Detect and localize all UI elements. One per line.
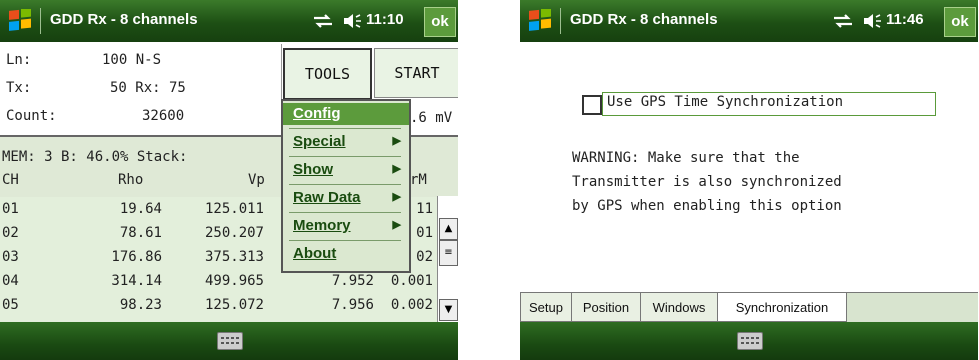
- menu-separator: [289, 184, 401, 185]
- warning-line: Transmitter is also synchronized: [572, 174, 842, 190]
- table-scrollbar[interactable]: ▲ ≡ ▼: [437, 196, 458, 322]
- window-title: GDD Rx - 8 channels: [570, 11, 718, 28]
- menu-item-label: About: [293, 245, 337, 262]
- ok-button[interactable]: ok: [944, 7, 976, 37]
- cell-tail: 7.952 0.001: [331, 273, 433, 289]
- count-label: Count:: [6, 108, 57, 124]
- soft-key-bar: [0, 322, 458, 360]
- windows-start-icon[interactable]: [528, 9, 552, 33]
- menu-item-label: Special: [293, 133, 346, 150]
- menu-item-raw-data[interactable]: Raw Data ▶: [283, 187, 409, 209]
- survey-info-panel: Ln: 100 N-S Tx: 50 Rx: 75 Count: 32600: [0, 44, 282, 132]
- submenu-arrow-icon: ▶: [392, 191, 401, 203]
- tx-row: Tx: 50 Rx: 75: [6, 80, 186, 96]
- settings-tab-strip: Setup Position Windows Synchronization: [520, 292, 978, 323]
- scroll-up-button[interactable]: ▲: [439, 218, 458, 240]
- keyboard-icon[interactable]: [737, 332, 763, 350]
- tab-synchronization[interactable]: Synchronization: [717, 293, 847, 322]
- title-bar: GDD Rx - 8 channels 11:46 ok: [520, 0, 978, 42]
- title-separator: [40, 8, 41, 34]
- tools-menu: Config Special ▶ Show ▶ Raw Data ▶ Memor…: [281, 99, 411, 273]
- submenu-arrow-icon: ▶: [392, 135, 401, 147]
- count-value: 32600: [142, 108, 185, 124]
- gps-sync-label[interactable]: Use GPS Time Synchronization: [602, 92, 936, 116]
- cell-rho: 78.61: [119, 225, 162, 241]
- voltage-readout: .6 mV: [410, 110, 453, 126]
- cell-rho: 98.23: [119, 297, 162, 313]
- menu-item-label: Show: [293, 161, 333, 178]
- start-button[interactable]: START: [374, 48, 458, 98]
- keyboard-icon[interactable]: [217, 332, 243, 350]
- warning-line: by GPS when enabling this option: [572, 198, 842, 214]
- cell-ch: 01: [2, 201, 19, 217]
- submenu-arrow-icon: ▶: [392, 163, 401, 175]
- col-header-ch: CH: [2, 172, 19, 188]
- soft-key-bar: [520, 322, 978, 360]
- speaker-icon[interactable]: [862, 12, 882, 30]
- clock[interactable]: 11:10: [366, 11, 404, 28]
- ok-button[interactable]: ok: [424, 7, 456, 37]
- menu-item-label: Config: [293, 105, 341, 122]
- title-bar: GDD Rx - 8 channels 11:10 ok: [0, 0, 458, 42]
- cell-tail: 7.956 0.002: [331, 297, 433, 313]
- cell-vp: 125.072: [204, 297, 264, 313]
- col-header-rm: rM: [410, 172, 427, 188]
- count-row: Count: 32600: [6, 108, 184, 124]
- col-header-vp: Vp: [248, 172, 265, 188]
- receiver-main-screen: GDD Rx - 8 channels 11:10 ok Ln: 100 N-S…: [0, 0, 458, 360]
- tools-button[interactable]: TOOLS: [283, 48, 372, 100]
- col-header-rho: Rho: [118, 172, 144, 188]
- cell-ch: 03: [2, 249, 19, 265]
- table-row[interactable]: 05 98.23 125.072 7.956 0.002: [0, 297, 435, 319]
- menu-item-show[interactable]: Show ▶: [283, 159, 409, 181]
- connectivity-icon[interactable]: [832, 13, 854, 29]
- cell-rho: 176.86: [111, 249, 162, 265]
- menu-item-memory[interactable]: Memory ▶: [283, 215, 409, 237]
- cell-vp: 250.207: [204, 225, 264, 241]
- menu-separator: [289, 128, 401, 129]
- submenu-arrow-icon: ▶: [392, 219, 401, 231]
- tab-windows[interactable]: Windows: [640, 293, 718, 322]
- synchronization-settings-screen: GDD Rx - 8 channels 11:46 ok Use GPS Tim…: [520, 0, 978, 360]
- tx-rx-value: 50 Rx: 75: [110, 80, 186, 96]
- warning-line: WARNING: Make sure that the: [572, 150, 800, 166]
- cell-ch: 05: [2, 297, 19, 313]
- cell-ch: 04: [2, 273, 19, 289]
- line-row: Ln: 100 N-S: [6, 52, 161, 68]
- line-label: Ln:: [6, 52, 32, 68]
- menu-item-config[interactable]: Config: [283, 103, 409, 125]
- cell-rho: 314.14: [111, 273, 162, 289]
- menu-item-label: Raw Data: [293, 189, 361, 206]
- menu-item-special[interactable]: Special ▶: [283, 131, 409, 153]
- cell-vp: 375.313: [204, 249, 264, 265]
- windows-start-icon[interactable]: [8, 9, 32, 33]
- gps-sync-checkbox[interactable]: [582, 95, 602, 115]
- cell-ch: 02: [2, 225, 19, 241]
- menu-separator: [289, 212, 401, 213]
- menu-item-about[interactable]: About: [283, 243, 409, 265]
- window-title: GDD Rx - 8 channels: [50, 11, 198, 28]
- cell-rho: 19.64: [119, 201, 162, 217]
- cell-vp: 499.965: [204, 273, 264, 289]
- cell-vp: 125.011: [204, 201, 264, 217]
- tx-label: Tx:: [6, 80, 32, 96]
- tab-position[interactable]: Position: [571, 293, 641, 322]
- scroll-thumb[interactable]: ≡: [439, 240, 458, 266]
- clock[interactable]: 11:46: [886, 11, 924, 28]
- speaker-icon[interactable]: [342, 12, 362, 30]
- gps-sync-label-text: Use GPS Time Synchronization: [607, 94, 844, 110]
- line-value: 100 N-S: [102, 52, 162, 68]
- memory-status-text: MEM: 3 B: 46.0% Stack:: [2, 149, 188, 165]
- menu-item-label: Memory: [293, 217, 351, 234]
- menu-separator: [289, 240, 401, 241]
- scroll-down-button[interactable]: ▼: [439, 299, 458, 321]
- title-separator: [560, 8, 561, 34]
- menu-separator: [289, 156, 401, 157]
- connectivity-icon[interactable]: [312, 13, 334, 29]
- tab-setup[interactable]: Setup: [520, 293, 572, 322]
- table-row[interactable]: 04 314.14 499.965 7.952 0.001: [0, 273, 435, 295]
